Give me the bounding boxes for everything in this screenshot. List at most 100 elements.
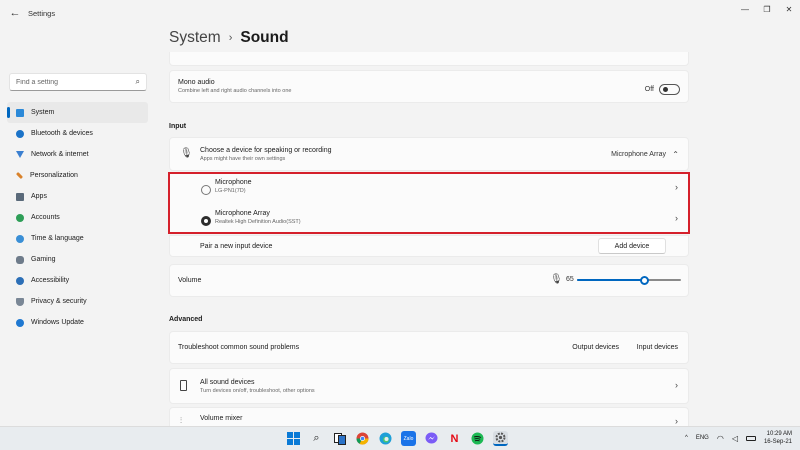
sidebar-item-label: Privacy & security (31, 298, 87, 305)
sidebar-item-label: Accessibility (31, 277, 70, 284)
zalo-icon[interactable]: Zalo (401, 431, 416, 446)
chevron-right-icon[interactable]: › (675, 182, 678, 192)
brush-icon (15, 171, 24, 180)
update-icon (16, 318, 24, 327)
sidebar-item-personalization[interactable]: Personalization (7, 165, 148, 186)
volume-icon[interactable]: ◁ (732, 434, 738, 443)
maximize-button[interactable]: ❐ (756, 0, 778, 18)
sidebar-item-bluetooth[interactable]: Bluetooth & devices (7, 123, 148, 144)
sidebar-item-label: Gaming (31, 256, 56, 263)
previous-setting-card (169, 52, 689, 66)
microphone-icon: 🎙 (180, 148, 193, 159)
choose-device-title: Choose a device for speaking or recordin… (200, 147, 332, 154)
settings-icon[interactable] (493, 431, 508, 446)
device-option-microphone[interactable]: Microphone LG-PN1(7D) › (170, 173, 688, 204)
volume-mixer-card[interactable]: ⫶ Volume mixer › (169, 407, 689, 426)
sidebar-item-gaming[interactable]: Gaming (7, 249, 148, 270)
language-indicator[interactable]: ENG (696, 435, 709, 441)
sidebar-item-label: Accounts (31, 214, 60, 221)
window-controls: — ❐ ✕ (734, 0, 800, 18)
sidebar-item-accounts[interactable]: Accounts (7, 207, 148, 228)
spotify-icon[interactable] (470, 431, 485, 446)
page-title: Sound (240, 29, 289, 46)
volume-slider[interactable] (577, 275, 681, 285)
taskbar: ⌕ Zalo N ^ ENG ◠ ◁ 10:29 AM 16-Sep-21 (0, 426, 800, 450)
sidebar-item-network[interactable]: Network & internet (7, 144, 148, 165)
accounts-icon (16, 213, 24, 222)
windows-start-icon[interactable] (286, 431, 301, 446)
wifi-icon[interactable]: ◠ (717, 434, 724, 443)
chevron-right-icon[interactable]: › (675, 380, 678, 390)
sidebar-item-label: Network & internet (31, 151, 89, 158)
sidebar-item-label: Personalization (30, 172, 78, 179)
choose-device-subtitle: Apps might have their own settings (200, 156, 286, 162)
sidebar-item-label: Apps (31, 193, 47, 200)
search-input[interactable] (16, 78, 136, 86)
output-devices-button[interactable]: Output devices (572, 344, 619, 351)
volume-mixer-title: Volume mixer (200, 415, 243, 422)
mono-audio-state: Off (644, 86, 654, 93)
messenger-icon[interactable] (424, 431, 439, 446)
clock[interactable]: 10:29 AM 16-Sep-21 (764, 430, 792, 446)
breadcrumb-separator: › (228, 32, 233, 44)
breadcrumb-parent[interactable]: System (169, 29, 221, 47)
all-sound-devices-title: All sound devices (200, 379, 255, 386)
sidebar-item-privacy[interactable]: Privacy & security (7, 291, 148, 312)
close-button[interactable]: ✕ (778, 0, 800, 18)
chevron-up-icon[interactable]: ⌃ (672, 150, 679, 159)
chrome-icon[interactable] (355, 431, 370, 446)
chevron-right-icon[interactable]: › (675, 213, 678, 223)
search-icon[interactable]: ⌕ (309, 431, 324, 446)
tray-chevron-icon[interactable]: ^ (685, 435, 688, 441)
volume-value: 65 (566, 276, 574, 283)
sidebar-item-accessibility[interactable]: Accessibility (7, 270, 148, 291)
sidebar-item-apps[interactable]: Apps (7, 186, 148, 207)
sidebar-item-label: System (31, 109, 55, 116)
mono-audio-card: Mono audio Combine left and right audio … (169, 70, 689, 103)
minimize-button[interactable]: — (734, 0, 756, 18)
shield-icon (16, 297, 24, 306)
microphone-icon[interactable]: 🎙 (550, 274, 563, 285)
add-device-button[interactable]: Add device (598, 238, 666, 254)
title-bar: ← Settings — ❐ ✕ (0, 0, 800, 26)
sidebar-item-windows-update[interactable]: Windows Update (7, 312, 148, 333)
radio-microphone-array[interactable] (201, 216, 211, 226)
choose-input-device-card[interactable]: 🎙 Choose a device for speaking or record… (169, 137, 689, 171)
edge-icon[interactable] (378, 431, 393, 446)
radio-microphone[interactable] (201, 185, 211, 195)
clock-date: 16-Sep-21 (763, 439, 792, 445)
sidebar-item-system[interactable]: System (7, 102, 148, 123)
task-view-icon[interactable] (332, 431, 347, 446)
input-devices-button[interactable]: Input devices (637, 344, 678, 351)
pair-device-label: Pair a new input device (200, 243, 273, 250)
device-option-microphone-array[interactable]: Microphone Array Realtek High Definition… (170, 204, 688, 235)
device-name: Microphone Array (215, 210, 270, 217)
sidebar-item-label: Bluetooth & devices (31, 130, 93, 137)
mono-audio-control: Off (645, 84, 680, 95)
selected-device-label: Microphone Array (611, 151, 666, 158)
input-device-list: Microphone LG-PN1(7D) › Microphone Array… (169, 172, 689, 234)
volume-slider-thumb[interactable] (640, 275, 650, 285)
mixer-icon: ⫶ (180, 416, 182, 425)
all-sound-devices-card[interactable]: All sound devices Turn devices on/off, t… (169, 368, 689, 404)
chevron-right-icon[interactable]: › (675, 416, 678, 426)
gamepad-icon (16, 255, 24, 264)
app-title: Settings (28, 8, 56, 18)
clock-time: 10:29 AM (766, 431, 792, 437)
speaker-icon (180, 380, 187, 391)
device-name: Microphone (215, 179, 252, 186)
bluetooth-icon (16, 129, 24, 138)
back-arrow-icon[interactable]: ← (4, 7, 26, 19)
troubleshoot-card: Troubleshoot common sound problems Outpu… (169, 331, 689, 364)
system-tray: ^ ENG ◠ ◁ 10:29 AM 16-Sep-21 (685, 430, 792, 446)
taskbar-apps: ⌕ Zalo N (286, 431, 508, 446)
sidebar-item-time-language[interactable]: Time & language (7, 228, 148, 249)
search-box[interactable]: ⌕ (9, 73, 147, 91)
netflix-icon[interactable]: N (447, 431, 462, 446)
accessibility-icon (16, 276, 24, 285)
search-icon[interactable]: ⌕ (136, 77, 140, 87)
troubleshoot-title: Troubleshoot common sound problems (178, 344, 300, 351)
mono-audio-toggle[interactable] (659, 84, 680, 95)
battery-icon[interactable] (745, 435, 756, 441)
volume-slider-fill (577, 279, 645, 281)
